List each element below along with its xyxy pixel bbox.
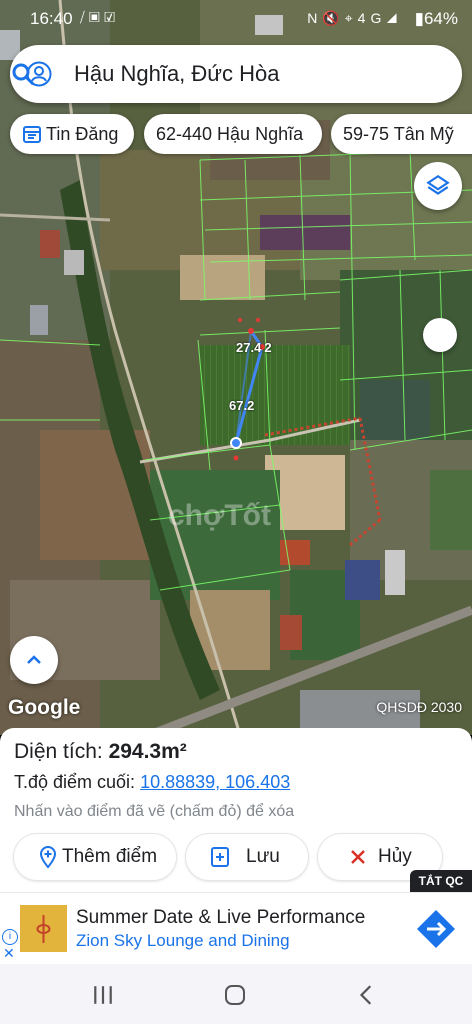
system-icons: N🔇⌖4G◢ <box>307 10 402 27</box>
map-imagery: chợTốt <box>0 0 472 735</box>
map-copyright: QHSDĐ 2030 <box>376 699 462 715</box>
point-marker[interactable] <box>233 455 239 461</box>
layers-button[interactable] <box>414 162 462 210</box>
chip-tin-dang[interactable]: Tin Đăng <box>10 114 134 154</box>
add-point-label: Thêm điểm <box>62 846 158 867</box>
expand-button[interactable] <box>10 636 58 684</box>
chip-label: Tin Đăng <box>46 124 119 144</box>
chip-label: 62-440 Hậu Nghĩa <box>156 124 304 144</box>
save-label: Lưu <box>246 846 280 867</box>
chip-label: 59-75 Tân Mỹ <box>343 124 454 144</box>
end-point-marker[interactable] <box>230 437 242 449</box>
ad-go-icon[interactable] <box>414 907 458 951</box>
coord-link[interactable]: 10.88839, 106.403 <box>140 772 290 792</box>
delete-hint: Nhấn vào điểm đã vẽ (chấm đỏ) để xóa <box>14 803 295 820</box>
chip-tan-my[interactable]: 59-75 Tân Mỹ <box>331 114 472 154</box>
notification-icons: ⧸▣☑ <box>80 9 119 26</box>
add-location-icon <box>39 846 57 869</box>
ad-banner[interactable]: i ✕ Summer Date & Live Performance Zion … <box>0 892 472 965</box>
ad-subtitle[interactable]: Zion Sky Lounge and Dining <box>76 931 290 951</box>
signal-slash-icon: ⧸ <box>80 9 89 25</box>
location-icon: ⌖ <box>344 10 358 26</box>
point-marker[interactable] <box>238 318 242 322</box>
coord-row: T.độ điểm cuối: 10.88839, 106.403 <box>14 772 290 793</box>
status-bar: 16:40 ⧸▣☑ N🔇⌖4G◢ ▮64% <box>0 0 472 38</box>
4g-icon: 4G <box>357 10 387 26</box>
image-icon: ▣ <box>88 9 104 25</box>
point-marker[interactable] <box>248 328 254 334</box>
layers-icon <box>426 174 450 195</box>
hide-ad-button[interactable]: TẮT QC <box>410 870 472 892</box>
mute-icon: 🔇 <box>322 10 345 26</box>
area-label: Diện tích: <box>14 740 103 763</box>
area-value: 294.3m² <box>108 740 187 763</box>
close-icon <box>351 850 365 864</box>
google-logo: Google <box>8 696 81 719</box>
search-icon[interactable] <box>10 61 36 87</box>
area-row: Diện tích: 294.3m² <box>14 740 187 764</box>
signal-icon: ◢ <box>386 10 402 26</box>
coord-label: T.độ điểm cuối: <box>14 772 136 792</box>
search-bar[interactable]: Hậu Nghĩa, Đức Hòa <box>10 45 462 103</box>
search-query[interactable]: Hậu Nghĩa, Đức Hòa <box>74 61 280 87</box>
chip-hau-nghia[interactable]: 62-440 Hậu Nghĩa <box>144 114 322 154</box>
ad-logo-icon <box>20 905 67 952</box>
add-point-button[interactable]: Thêm điểm <box>14 834 176 880</box>
battery-icon: ▮ <box>414 9 424 28</box>
ad-image <box>20 905 67 952</box>
ad-info-icon[interactable]: i <box>2 929 18 945</box>
floating-handle[interactable] <box>423 318 457 352</box>
nfc-icon: N <box>307 10 323 26</box>
cancel-label: Hủy <box>378 846 412 867</box>
satellite-map[interactable]: chợTốt 27.4 2 67.2 16:40 ⧸▣☑ N🔇⌖4G◢ ▮64% … <box>0 0 472 735</box>
check-box-icon: ☑ <box>103 9 120 25</box>
chevron-up-icon <box>27 655 41 664</box>
measure-label-top: 27.4 2 <box>236 340 272 355</box>
recents-icon[interactable] <box>92 984 114 1006</box>
battery-level: ▮64% <box>414 9 458 28</box>
add-box-icon <box>211 847 229 867</box>
home-icon[interactable] <box>224 984 246 1006</box>
ad-title[interactable]: Summer Date & Live Performance <box>76 907 365 929</box>
measure-label-long: 67.2 <box>229 398 255 413</box>
status-time: 16:40 <box>30 9 73 28</box>
save-button[interactable]: Lưu <box>186 834 308 880</box>
system-nav-bar <box>0 964 472 1024</box>
point-marker[interactable] <box>256 318 260 322</box>
ad-close-icon[interactable]: ✕ <box>3 945 15 962</box>
watermark: chợTốt <box>168 499 271 532</box>
back-icon[interactable] <box>356 984 378 1006</box>
